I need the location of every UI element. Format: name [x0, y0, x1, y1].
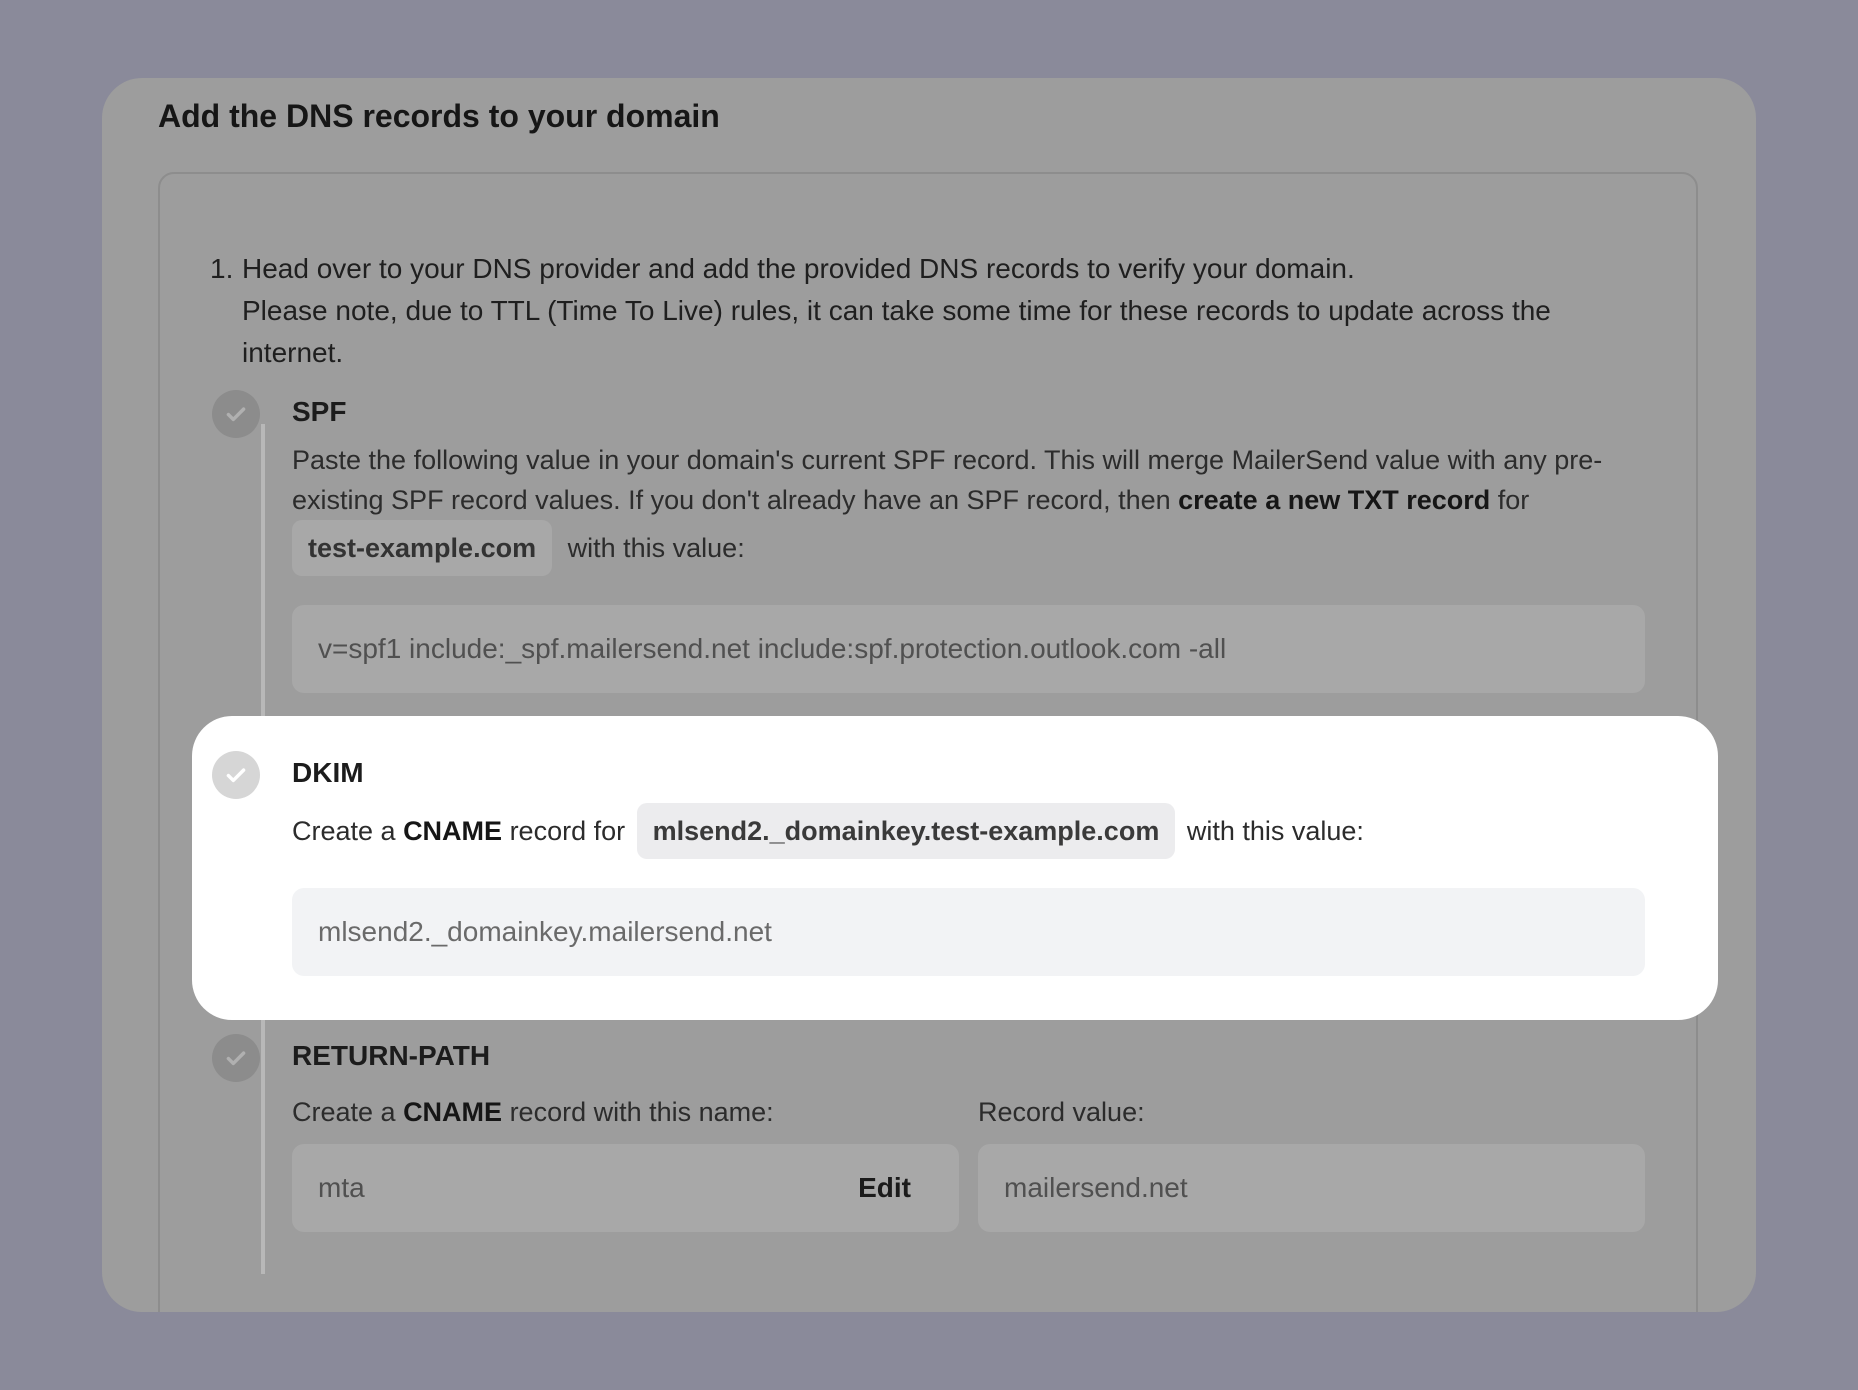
spf-domain-row: test-example.com with this value: [292, 520, 745, 576]
edit-button[interactable]: Edit [858, 1144, 911, 1232]
return-path-check-icon [212, 1034, 260, 1082]
dkim-description: Create a CNAME record for mlsend2._domai… [292, 803, 1364, 859]
spf-text-line-1: Paste the following value in your domain… [292, 445, 1603, 475]
instructions-line-3: internet. [242, 337, 344, 368]
dkim-check-icon [212, 751, 260, 799]
instructions-line-1: Head over to your DNS provider and add t… [242, 253, 1355, 284]
spf-text-line-2: existing SPF record values. If you don't… [292, 485, 1530, 515]
step-number: 1. [210, 253, 234, 284]
instructions-line-2: Please note, due to TTL (Time To Live) r… [242, 295, 1551, 326]
return-path-record-value-field[interactable]: mailersend.net [978, 1144, 1645, 1232]
spf-description: Paste the following value in your domain… [292, 440, 1692, 520]
return-path-name-field[interactable]: mta Edit [292, 1144, 959, 1232]
return-path-name-label: Create a CNAME record with this name: [292, 1097, 774, 1127]
dkim-value-field[interactable]: mlsend2._domainkey.mailersend.net [292, 888, 1645, 976]
spf-with-value-text: with this value: [567, 533, 745, 563]
card-title: Add the DNS records to your domain [158, 98, 720, 134]
return-path-value-label: Record value: [978, 1097, 1145, 1127]
return-path-title: RETURN-PATH [292, 1040, 491, 1071]
spf-value-field[interactable]: v=spf1 include:_spf.mailersend.net inclu… [292, 605, 1645, 693]
return-path-name-value: mta [318, 1172, 365, 1203]
dkim-with-value-text: with this value: [1186, 816, 1364, 846]
spf-domain-chip[interactable]: test-example.com [292, 520, 553, 576]
dkim-host-chip[interactable]: mlsend2._domainkey.test-example.com [636, 803, 1176, 859]
spf-title: SPF [292, 396, 347, 427]
spf-check-icon [212, 390, 260, 438]
dkim-title: DKIM [292, 757, 364, 788]
